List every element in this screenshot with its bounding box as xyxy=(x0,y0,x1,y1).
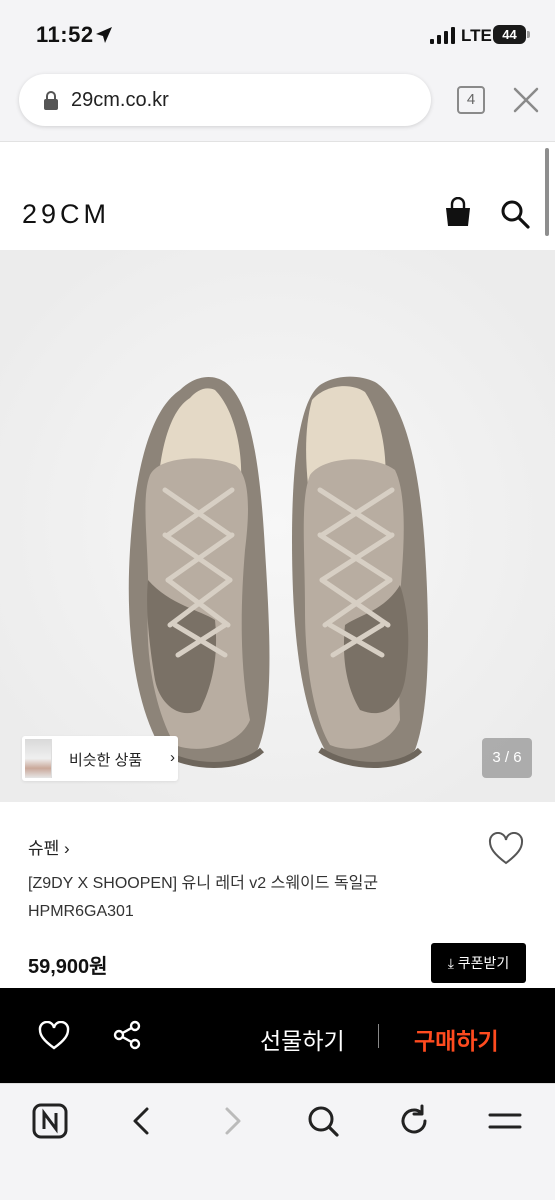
image-pager: 3 / 6 xyxy=(482,738,532,778)
back-arrow-icon[interactable] xyxy=(122,1101,162,1141)
product-image-gallery[interactable]: 비슷한 상품 › 3 / 6 xyxy=(0,250,555,802)
tab-count-button[interactable]: 4 xyxy=(457,86,485,114)
naver-home-icon[interactable] xyxy=(30,1101,70,1141)
coupon-button[interactable]: ⤓ 쿠폰받기 xyxy=(431,943,526,983)
share-icon[interactable] xyxy=(112,1020,142,1050)
status-time: 11:52 xyxy=(36,22,94,47)
forward-arrow-icon xyxy=(225,1107,241,1135)
shopping-bag-icon[interactable] xyxy=(444,197,472,227)
similar-products-button[interactable]: 비슷한 상품 › xyxy=(22,736,178,781)
status-bar: 11:52 LTE 44 xyxy=(0,0,555,66)
left-shoe xyxy=(128,376,270,768)
refresh-icon[interactable] xyxy=(394,1101,434,1141)
product-name: [Z9DY X SHOOPEN] 유니 레더 v2 스웨이드 독일군 HPMR6… xyxy=(28,870,468,926)
divider xyxy=(378,1024,379,1048)
network-type: LTE xyxy=(461,26,492,45)
product-code: HPMR6GA301 xyxy=(28,903,134,920)
similar-products-label: 비슷한 상품 xyxy=(69,752,143,769)
site-logo[interactable]: 29CM xyxy=(22,199,110,230)
menu-icon[interactable] xyxy=(485,1101,525,1141)
close-icon[interactable] xyxy=(512,86,540,114)
browser-bottom-bar xyxy=(0,1083,555,1200)
page-scrollbar[interactable] xyxy=(545,148,549,236)
chevron-right-icon: › xyxy=(170,749,175,766)
search-icon[interactable] xyxy=(303,1101,343,1141)
product-info: 슈펜 › [Z9DY X SHOOPEN] 유니 레더 v2 스웨이드 독일군 … xyxy=(0,802,555,988)
lock-icon xyxy=(44,91,58,110)
purchase-bar: 선물하기 구매하기 xyxy=(0,988,555,1083)
gift-button[interactable]: 선물하기 xyxy=(260,1022,345,1056)
battery-icon: 44 xyxy=(493,25,530,44)
product-price: 59,900원 xyxy=(28,956,108,978)
location-arrow-icon xyxy=(96,27,112,43)
browser-toolbar: 29cm.co.kr 4 xyxy=(0,66,555,142)
cellular-signal-icon xyxy=(430,27,455,44)
similar-product-thumbnail xyxy=(25,739,52,778)
site-header: 29CM xyxy=(0,143,555,250)
search-icon[interactable] xyxy=(500,199,530,229)
brand-link[interactable]: 슈펜 › xyxy=(28,834,70,859)
address-bar[interactable]: 29cm.co.kr xyxy=(19,74,431,126)
product-image xyxy=(0,250,555,802)
address-url: 29cm.co.kr xyxy=(71,89,169,111)
product-name-line1: [Z9DY X SHOOPEN] 유니 레더 v2 스웨이드 독일군 xyxy=(28,875,379,892)
buy-button[interactable]: 구매하기 xyxy=(414,1022,499,1056)
page: 11:52 LTE 44 29cm.co.kr 4 29CM 비슷한 상품 › … xyxy=(0,0,555,1200)
heart-icon[interactable] xyxy=(38,1021,70,1051)
like-heart-icon[interactable] xyxy=(488,832,524,866)
